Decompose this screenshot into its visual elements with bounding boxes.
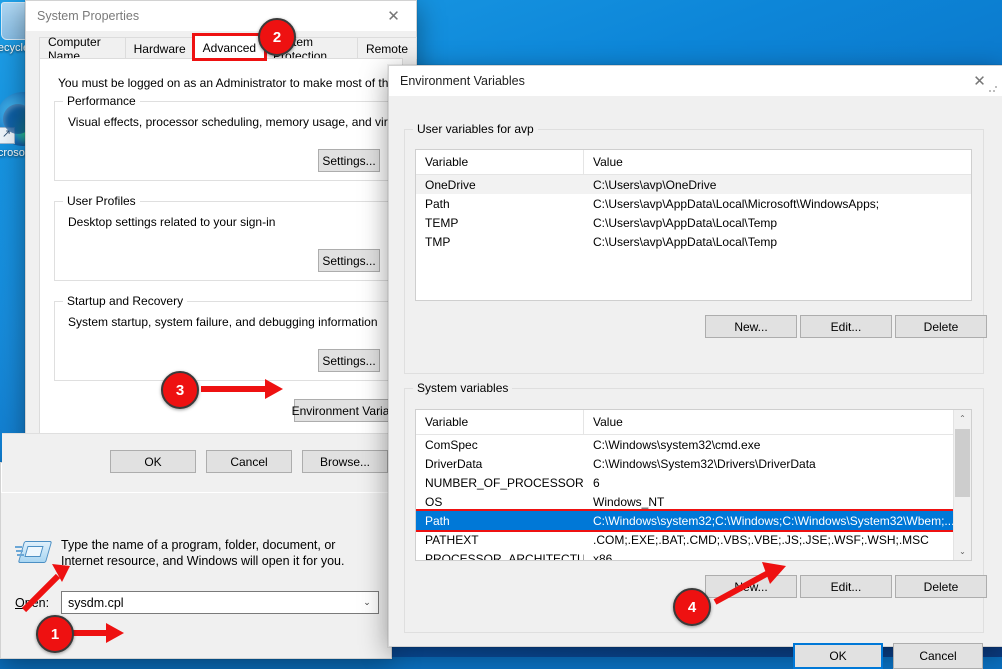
scroll-up-icon[interactable]: ⌃ bbox=[954, 410, 971, 427]
environment-variables-titlebar[interactable]: Environment Variables ✕ bbox=[389, 66, 1002, 96]
tab-hardware[interactable]: Hardware bbox=[125, 37, 195, 59]
user-variables-listview[interactable]: Variable Value OneDrive C:\Users\avp\One… bbox=[415, 149, 972, 301]
shortcut-arrow-icon: ↗ bbox=[0, 127, 15, 144]
run-open-input[interactable]: sysdm.cpl ⌄ bbox=[61, 591, 379, 614]
table-row[interactable]: Path C:\Users\avp\AppData\Local\Microsof… bbox=[416, 194, 971, 213]
chevron-down-icon[interactable]: ⌄ bbox=[356, 592, 378, 613]
annotation-arrow-3 bbox=[199, 376, 285, 402]
annotation-badge-3: 3 bbox=[161, 371, 199, 409]
performance-group: Performance Visual effects, processor sc… bbox=[54, 101, 390, 181]
system-variables-edit-button[interactable]: Edit... bbox=[800, 575, 892, 598]
run-cancel-button[interactable]: Cancel bbox=[206, 450, 292, 473]
annotation-arrow-4 bbox=[710, 560, 792, 608]
annotation-arrow-1 bbox=[70, 620, 125, 646]
table-row[interactable]: TMP C:\Users\avp\AppData\Local\Temp bbox=[416, 232, 971, 251]
run-ok-button[interactable]: OK bbox=[110, 450, 196, 473]
annotation-badge-4: 4 bbox=[673, 588, 711, 626]
annotation-arrow-open-field bbox=[18, 560, 76, 616]
startup-recovery-group-legend: Startup and Recovery bbox=[63, 294, 187, 308]
user-variables-new-button[interactable]: New... bbox=[705, 315, 797, 338]
tab-computer-name[interactable]: Computer Name bbox=[39, 37, 126, 59]
environment-variables-cancel-button[interactable]: Cancel bbox=[893, 643, 983, 669]
table-row[interactable]: NUMBER_OF_PROCESSORS 6 bbox=[416, 473, 971, 492]
startup-recovery-description: System startup, system failure, and debu… bbox=[68, 315, 378, 329]
table-row[interactable]: PATHEXT .COM;.EXE;.BAT;.CMD;.VBS;.VBE;.J… bbox=[416, 530, 971, 549]
table-row[interactable]: DriverData C:\Windows\System32\Drivers\D… bbox=[416, 454, 971, 473]
user-profiles-settings-button[interactable]: Settings... bbox=[318, 249, 380, 272]
user-profiles-description: Desktop settings related to your sign-in bbox=[68, 215, 275, 229]
environment-variables-ok-button[interactable]: OK bbox=[793, 643, 883, 669]
scrollbar-thumb[interactable] bbox=[955, 429, 970, 497]
startup-recovery-settings-button[interactable]: Settings... bbox=[318, 349, 380, 372]
annotation-badge-2: 2 bbox=[258, 18, 296, 56]
table-row[interactable]: PROCESSOR_ARCHITECTURE x86 bbox=[416, 549, 971, 561]
run-browse-button[interactable]: Browse... bbox=[302, 450, 388, 473]
startup-recovery-group: Startup and Recovery System startup, sys… bbox=[54, 301, 390, 381]
environment-variables-title: Environment Variables bbox=[400, 74, 1002, 88]
environment-variables-window: Environment Variables ✕ User variables f… bbox=[388, 65, 1002, 647]
close-icon[interactable]: ✕ bbox=[371, 1, 416, 31]
column-header-variable[interactable]: Variable bbox=[416, 150, 584, 174]
column-header-variable[interactable]: Variable bbox=[416, 410, 584, 434]
run-open-value: sysdm.cpl bbox=[62, 596, 356, 610]
scroll-down-icon[interactable]: ⌄ bbox=[954, 543, 971, 560]
user-profiles-group-legend: User Profiles bbox=[63, 194, 140, 208]
performance-settings-button[interactable]: Settings... bbox=[318, 149, 380, 172]
system-properties-titlebar[interactable]: System Properties ✕ bbox=[26, 1, 416, 31]
system-variables-scrollbar[interactable]: ⌃ ⌄ bbox=[953, 410, 971, 560]
table-row[interactable]: ComSpec C:\Windows\system32\cmd.exe bbox=[416, 435, 971, 454]
system-properties-tabstrip: Computer Name Hardware Advanced System P… bbox=[39, 35, 416, 59]
annotation-badge-1: 1 bbox=[36, 615, 74, 653]
resize-grip-icon[interactable] bbox=[988, 83, 998, 93]
performance-group-legend: Performance bbox=[63, 94, 140, 108]
user-variables-header: Variable Value bbox=[416, 150, 971, 175]
table-row[interactable]: OS Windows_NT bbox=[416, 492, 971, 511]
user-variables-legend: User variables for avp bbox=[413, 122, 538, 136]
tab-advanced[interactable]: Advanced bbox=[194, 35, 265, 59]
column-header-value[interactable]: Value bbox=[584, 410, 971, 434]
table-row[interactable]: TEMP C:\Users\avp\AppData\Local\Temp bbox=[416, 213, 971, 232]
system-properties-title: System Properties bbox=[37, 9, 416, 23]
system-variables-header: Variable Value bbox=[416, 410, 971, 435]
system-variables-legend: System variables bbox=[413, 381, 512, 395]
run-dialog-footer: OK Cancel Browse... bbox=[2, 433, 390, 492]
user-profiles-group: User Profiles Desktop settings related t… bbox=[54, 201, 390, 281]
table-row[interactable]: OneDrive C:\Users\avp\OneDrive bbox=[416, 175, 971, 194]
user-variables-edit-button[interactable]: Edit... bbox=[800, 315, 892, 338]
system-variables-listview[interactable]: Variable Value ComSpec C:\Windows\system… bbox=[415, 409, 972, 561]
system-variables-delete-button[interactable]: Delete bbox=[895, 575, 987, 598]
user-variables-delete-button[interactable]: Delete bbox=[895, 315, 987, 338]
run-description: Type the name of a program, folder, docu… bbox=[61, 537, 371, 569]
column-header-value[interactable]: Value bbox=[584, 150, 971, 174]
tab-remote[interactable]: Remote bbox=[357, 37, 417, 59]
table-row-selected-path[interactable]: Path C:\Windows\system32;C:\Windows;C:\W… bbox=[416, 511, 971, 530]
